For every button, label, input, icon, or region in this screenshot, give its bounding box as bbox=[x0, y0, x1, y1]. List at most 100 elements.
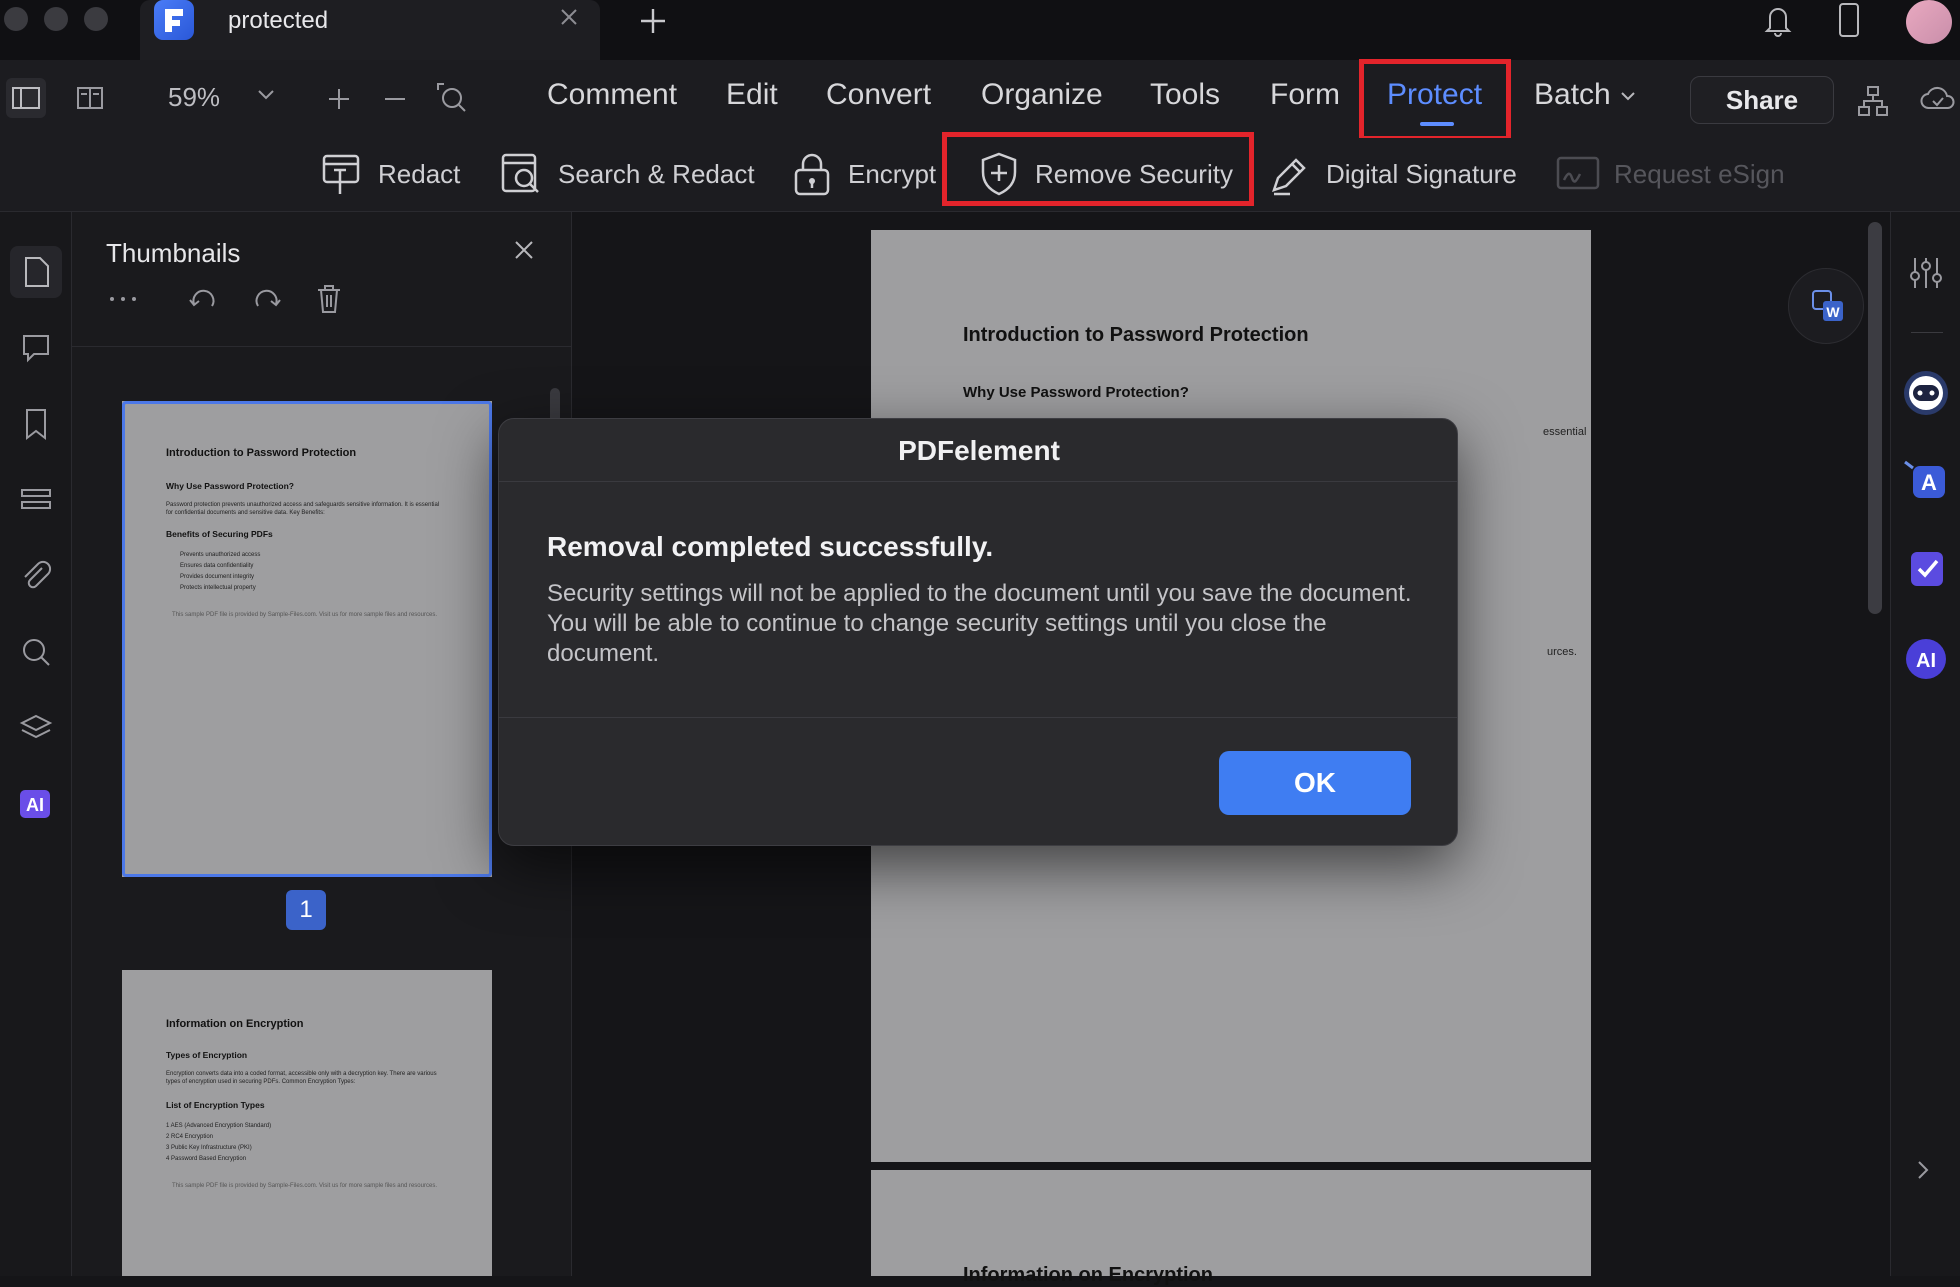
menu-convert[interactable]: Convert bbox=[826, 78, 931, 112]
pdfelement-logo-icon bbox=[154, 0, 194, 40]
thumbnails-title: Thumbnails bbox=[106, 238, 241, 268]
svg-text:AI: AI bbox=[26, 795, 44, 815]
removal-success-dialog: PDFelement Removal completed successfull… bbox=[498, 418, 1458, 846]
window-close-button[interactable] bbox=[4, 7, 28, 31]
thumb2-item: 1 AES (Advanced Encryption Standard) bbox=[166, 1123, 272, 1129]
redact-label: Redact bbox=[378, 158, 461, 189]
svg-text:W: W bbox=[1826, 304, 1840, 320]
main-toolbar: 59% Comment Edit Convert Organize Tools … bbox=[0, 60, 1960, 138]
window-zoom-button[interactable] bbox=[84, 7, 108, 31]
thumb2-item: 4 Password Based Encryption bbox=[166, 1156, 247, 1162]
notification-bell-icon[interactable] bbox=[1762, 2, 1794, 38]
search-icon[interactable] bbox=[10, 626, 62, 678]
ok-button[interactable]: OK bbox=[1219, 751, 1411, 815]
dialog-divider bbox=[499, 717, 1457, 718]
svg-text:A: A bbox=[1921, 470, 1937, 495]
chatbot-icon[interactable] bbox=[1901, 368, 1951, 418]
svg-text:AI: AI bbox=[1916, 650, 1936, 672]
rotate-right-icon[interactable] bbox=[250, 282, 284, 316]
cloud-sync-icon[interactable] bbox=[1920, 84, 1956, 114]
page-thumbnail-2[interactable]: Information on Encryption Types of Encry… bbox=[122, 970, 492, 1276]
page-layout-icon[interactable] bbox=[70, 78, 110, 118]
translate-icon[interactable]: A bbox=[1903, 458, 1949, 504]
search-redact-tool-button[interactable]: Search & Redact bbox=[498, 150, 755, 198]
menu-organize[interactable]: Organize bbox=[981, 78, 1103, 112]
page1-text-fragment: essential bbox=[1543, 426, 1587, 438]
zoom-out-icon[interactable] bbox=[380, 84, 410, 114]
attachment-icon[interactable] bbox=[10, 550, 62, 602]
title-bar: protected bbox=[0, 0, 1960, 60]
esign-icon bbox=[1554, 150, 1602, 198]
menu-comment[interactable]: Comment bbox=[547, 78, 677, 112]
document-tab[interactable]: protected bbox=[140, 0, 600, 60]
pen-signature-icon bbox=[1266, 150, 1314, 198]
search-redact-label: Search & Redact bbox=[558, 158, 755, 189]
menu-edit[interactable]: Edit bbox=[726, 78, 778, 112]
document-page-2[interactable]: Information on Encryption bbox=[871, 1170, 1591, 1286]
batch-chevron-down-icon bbox=[1620, 90, 1636, 102]
thumb2-section: List of Encryption Types bbox=[166, 1100, 265, 1110]
share-button[interactable]: Share bbox=[1690, 76, 1834, 124]
menu-batch[interactable]: Batch bbox=[1534, 78, 1611, 112]
document-scrollbar[interactable] bbox=[1868, 222, 1882, 614]
redact-tool-button[interactable]: Redact bbox=[318, 150, 460, 198]
sidebar-toggle-icon[interactable] bbox=[6, 78, 46, 118]
layers-icon[interactable] bbox=[10, 702, 62, 754]
request-esign-label: Request eSign bbox=[1614, 158, 1785, 189]
redact-icon bbox=[318, 150, 366, 198]
expand-panel-chevron-icon[interactable] bbox=[1913, 1158, 1933, 1182]
page1-subtitle: Why Use Password Protection? bbox=[963, 384, 1189, 401]
pages-panel-icon[interactable] bbox=[10, 246, 62, 298]
selected-thumbnail-frame bbox=[122, 401, 492, 877]
left-rail: AI bbox=[0, 212, 72, 1276]
mobile-device-icon[interactable] bbox=[1838, 2, 1860, 38]
right-rail: A AI bbox=[1890, 212, 1960, 1276]
new-tab-icon[interactable] bbox=[638, 6, 668, 36]
properties-sliders-icon[interactable] bbox=[1907, 254, 1945, 292]
bookmark-icon[interactable] bbox=[10, 398, 62, 450]
thumb2-subtitle: Types of Encryption bbox=[166, 1050, 248, 1060]
close-tab-icon[interactable] bbox=[558, 6, 580, 28]
checklist-icon[interactable] bbox=[1903, 546, 1949, 592]
zoom-in-icon[interactable] bbox=[324, 84, 354, 114]
dialog-message: Security settings will not be applied to… bbox=[547, 580, 1412, 667]
comments-panel-icon[interactable] bbox=[10, 322, 62, 374]
page1-title: Introduction to Password Protection bbox=[963, 324, 1309, 346]
menu-form[interactable]: Form bbox=[1270, 78, 1340, 112]
search-redact-icon bbox=[498, 150, 546, 198]
thumb2-item: 3 Public Key Infrastructure (PKI) bbox=[166, 1145, 252, 1151]
encrypt-label: Encrypt bbox=[848, 158, 937, 189]
user-avatar[interactable] bbox=[1906, 0, 1952, 44]
fields-list-icon[interactable] bbox=[10, 474, 62, 526]
digital-signature-tool-button[interactable]: Digital Signature bbox=[1266, 150, 1517, 198]
thumb2-item: 2 RC4 Encryption bbox=[166, 1134, 214, 1140]
protect-highlight-box bbox=[1359, 59, 1511, 141]
fit-page-zoom-icon[interactable] bbox=[434, 80, 470, 116]
page-number-badge: 1 bbox=[286, 890, 326, 930]
remove-security-highlight-box bbox=[942, 132, 1254, 206]
ai-tools-icon[interactable]: AI bbox=[1903, 636, 1949, 682]
close-thumbnails-icon[interactable] bbox=[512, 238, 536, 262]
lock-icon bbox=[788, 150, 836, 198]
window-minimize-button[interactable] bbox=[44, 7, 68, 31]
delete-page-icon[interactable] bbox=[314, 282, 344, 316]
ai-assistant-icon[interactable]: AI bbox=[10, 778, 62, 830]
menu-tools[interactable]: Tools bbox=[1150, 78, 1220, 112]
rail-divider bbox=[1911, 332, 1943, 333]
thumb2-title: Information on Encryption bbox=[166, 1018, 304, 1030]
thumb2-footer: This sample PDF file is provided by Samp… bbox=[172, 1183, 437, 1189]
panel-divider bbox=[72, 346, 572, 347]
dialog-divider bbox=[499, 481, 1457, 482]
digital-signature-label: Digital Signature bbox=[1326, 158, 1517, 189]
more-options-icon[interactable] bbox=[108, 294, 138, 304]
translate-word-button[interactable]: W bbox=[1788, 268, 1864, 344]
encrypt-tool-button[interactable]: Encrypt bbox=[788, 150, 936, 198]
request-esign-tool-button[interactable]: Request eSign bbox=[1554, 150, 1785, 198]
rotate-left-icon[interactable] bbox=[186, 282, 220, 316]
org-chart-icon[interactable] bbox=[1856, 84, 1890, 118]
thumb2-text: Encryption converts data into a coded fo… bbox=[166, 1071, 437, 1085]
dialog-heading: Removal completed successfully. bbox=[547, 531, 994, 562]
zoom-dropdown-chevron-icon[interactable] bbox=[256, 88, 276, 102]
zoom-level[interactable]: 59% bbox=[168, 82, 220, 113]
dialog-title: PDFelement bbox=[898, 435, 1060, 466]
